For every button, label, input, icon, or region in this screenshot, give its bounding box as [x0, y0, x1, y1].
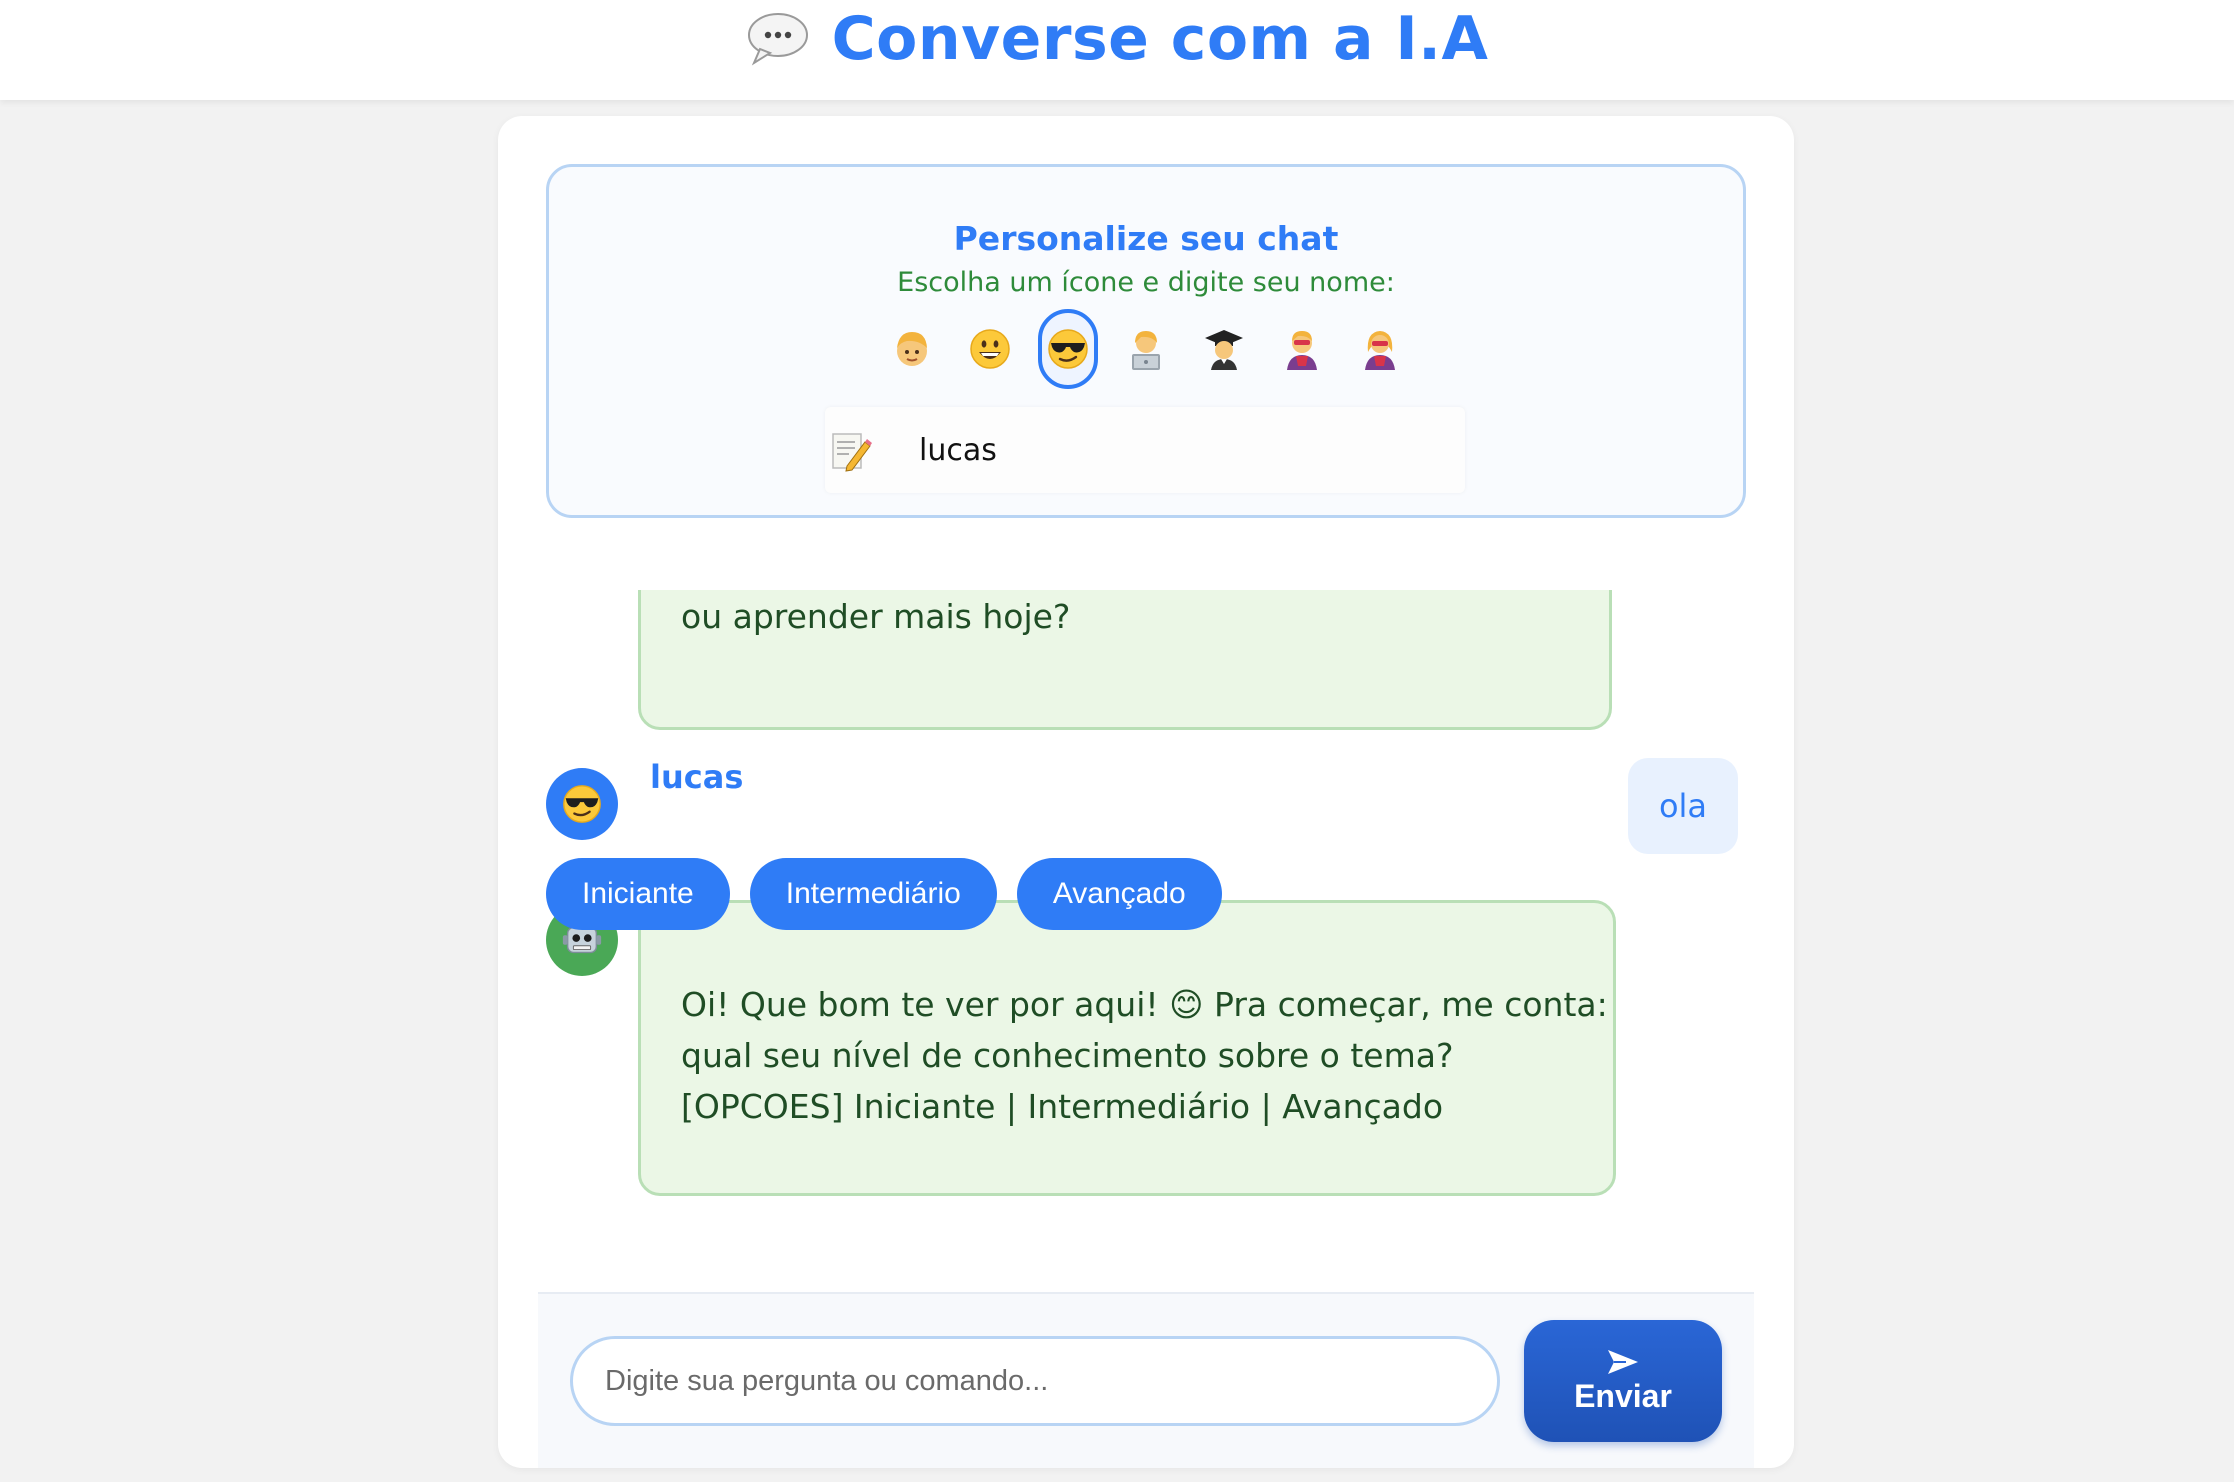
- user-message-bubble: ola: [1628, 758, 1738, 854]
- bot-message-line: Oi! Que bom te ver por aqui! 😊 Pra começ…: [681, 985, 1608, 1024]
- memo-pencil-icon: [829, 428, 873, 472]
- icon-picker: [549, 309, 1743, 389]
- option-iniciante-button[interactable]: Iniciante: [546, 858, 730, 930]
- superhero-woman-icon[interactable]: [1350, 309, 1410, 389]
- chat-card: Personalize seu chat Escolha um ícone e …: [498, 116, 1794, 1468]
- name-field[interactable]: lucas: [825, 407, 1465, 493]
- chat-messages[interactable]: ou aprender mais hoje? lucas ola Oi! Que…: [498, 590, 1794, 1350]
- personalize-subtitle: Escolha um ícone e digite seu nome:: [897, 267, 1395, 298]
- personalize-panel: Personalize seu chat Escolha um ícone e …: [546, 164, 1746, 518]
- page-title: Converse com a I.A: [0, 0, 2234, 78]
- bot-message-line: qual seu nível de conhecimento sobre o t…: [681, 1036, 1454, 1075]
- sunglasses-face-icon[interactable]: [1038, 309, 1098, 389]
- user-name-label: lucas: [650, 758, 744, 796]
- option-avancado-button[interactable]: Avançado: [1016, 858, 1222, 930]
- quick-reply-options: Iniciante Intermediário Avançado: [546, 858, 1222, 930]
- send-arrow-icon: [1608, 1349, 1638, 1374]
- input-bar: Enviar: [538, 1292, 1754, 1468]
- send-button-label: Enviar: [1574, 1377, 1672, 1414]
- sunglasses-face-icon: [563, 785, 601, 823]
- send-button[interactable]: Enviar: [1524, 1320, 1722, 1442]
- student-icon[interactable]: [1194, 309, 1254, 389]
- page-title-text: Converse com a I.A: [831, 4, 1489, 74]
- bot-message-bubble: Oi! Que bom te ver por aqui! 😊 Pra começ…: [638, 900, 1616, 1196]
- personalize-title: Personalize seu chat: [953, 219, 1339, 258]
- bot-message-line: [OPCOES] Iniciante | Intermediário | Ava…: [681, 1087, 1444, 1126]
- technologist-icon[interactable]: [1116, 309, 1176, 389]
- speech-bubble-icon: [746, 11, 810, 67]
- option-intermediario-button[interactable]: Intermediário: [749, 858, 997, 930]
- name-value: lucas: [919, 432, 997, 468]
- bot-message-text: ou aprender mais hoje?: [681, 597, 1071, 636]
- superhero-icon[interactable]: [1272, 309, 1332, 389]
- grinning-face-icon[interactable]: [960, 309, 1020, 389]
- user-avatar: [546, 768, 618, 840]
- person-blond-icon[interactable]: [882, 309, 942, 389]
- message-input[interactable]: [570, 1336, 1500, 1426]
- bot-message-bubble: ou aprender mais hoje?: [638, 590, 1612, 730]
